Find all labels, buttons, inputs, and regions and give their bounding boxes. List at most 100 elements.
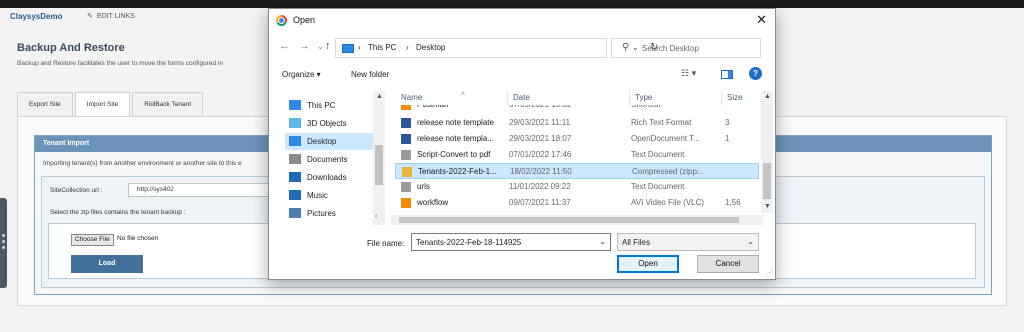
list-item[interactable]: Postman 07/09/2021 15:32 Shortcut <box>395 105 759 114</box>
breadcrumb-this-pc[interactable]: This PC <box>368 43 396 52</box>
file-name-label: File name: <box>367 239 405 248</box>
file-date: 07/01/2022 17:46 <box>509 150 572 159</box>
download-icon <box>289 172 301 182</box>
file-type-value: All Files <box>622 238 651 247</box>
file-list-scroll-thumb[interactable] <box>763 163 771 199</box>
nav-item[interactable]: Music <box>285 187 385 204</box>
open-button[interactable]: Open <box>617 255 679 273</box>
file-date: 29/03/2021 11:11 <box>509 118 571 127</box>
chevron-down-icon[interactable]: ⌄ <box>599 237 606 246</box>
dialog-toolbar: Organize ▾ New folder ☷ ▾ ? <box>269 65 775 85</box>
handle-dot <box>2 240 5 243</box>
nav-scrollbar[interactable]: ▲ <box>373 91 385 225</box>
site-collection-input[interactable]: http://sys402 <box>128 183 278 197</box>
file-type: Rich Text Format <box>631 118 692 127</box>
pc-icon <box>289 100 301 110</box>
list-item[interactable]: Script-Convert to pdf 07/01/2022 17:46 Tex… <box>395 147 759 163</box>
list-item[interactable]: workflow 09/07/2021 11:37 AVI Video File (… <box>395 195 759 211</box>
file-type-filter[interactable]: All Files ⌄ <box>617 233 759 251</box>
preview-pane-icon[interactable] <box>721 70 733 79</box>
new-folder-button[interactable]: New folder <box>351 70 389 79</box>
tab-rollback-tenant[interactable]: RollBack Tenant <box>132 92 204 116</box>
file-date: 07/09/2021 15:32 <box>509 105 571 109</box>
column-date[interactable]: Date <box>513 93 530 102</box>
file-type: Compressed (zipp... <box>632 167 704 176</box>
cancel-button[interactable]: Cancel <box>697 255 759 273</box>
file-name-value: Tenants-2022-Feb-18-114925 <box>416 238 522 247</box>
address-bar[interactable]: › This PC › Desktop ⌄ ↻ <box>335 38 658 58</box>
text-file-icon <box>401 182 411 192</box>
cube-icon <box>289 118 301 128</box>
nav-item[interactable]: Desktop <box>285 133 385 150</box>
pencil-icon: ✎ <box>87 13 93 20</box>
file-name-input[interactable]: Tenants-2022-Feb-18-114925 ⌄ <box>411 233 611 251</box>
organize-button[interactable]: Organize ▾ <box>282 70 321 79</box>
view-options-icon[interactable]: ☷ ▾ <box>681 68 696 79</box>
search-placeholder: Search Desktop <box>642 44 699 53</box>
edit-links-label: EDIT LINKS <box>96 13 135 20</box>
nav-item[interactable]: Pictures <box>285 205 385 222</box>
nav-item-label: 3D Objects <box>307 119 347 128</box>
column-separator[interactable] <box>507 91 508 105</box>
column-name[interactable]: Name ˄ <box>401 91 465 102</box>
side-handle[interactable] <box>0 198 7 288</box>
scroll-down-icon[interactable]: ▼ <box>764 203 771 210</box>
text-file-icon <box>401 150 411 160</box>
file-date: 29/03/2021 18:07 <box>509 134 572 143</box>
file-list-hscrollbar[interactable] <box>391 215 763 225</box>
file-list-hscroll-thumb[interactable] <box>399 217 739 223</box>
search-box[interactable]: ⚲ Search Desktop <box>611 38 761 58</box>
breadcrumb-desktop[interactable]: Desktop <box>416 43 445 52</box>
close-icon[interactable]: ✕ <box>756 12 767 28</box>
nav-item-label: Desktop <box>307 137 337 146</box>
dialog-title: Open <box>293 15 316 25</box>
file-type: Text Document <box>631 150 685 159</box>
nav-item[interactable]: 3D Objects <box>285 115 385 132</box>
help-icon[interactable]: ? <box>749 67 762 80</box>
nav-scroll-thumb[interactable] <box>375 145 383 185</box>
list-item[interactable]: release note template 29/03/2021 11:11 Ric… <box>395 115 759 131</box>
column-size[interactable]: Size <box>727 93 743 102</box>
navigation-bar: ← → ⌄ ↑ › This PC › Desktop ⌄ ↻ ⚲ Search… <box>269 37 775 59</box>
column-separator[interactable] <box>629 91 630 105</box>
panel-description: Importing tenant(s) from another environ… <box>43 160 242 167</box>
scroll-left-icon[interactable]: ‹ <box>375 213 377 220</box>
open-file-dialog: Open ✕ ← → ⌄ ↑ › This PC › Desktop ⌄ ↻ ⚲… <box>268 8 776 280</box>
edit-links-button[interactable]: ✎ EDIT LINKS <box>87 12 135 20</box>
up-arrow-icon[interactable]: ↑ <box>325 40 331 52</box>
column-type[interactable]: Type <box>635 93 652 102</box>
scroll-up-icon[interactable]: ▲ <box>376 93 383 100</box>
nav-item-label: Downloads <box>307 173 347 182</box>
nav-item[interactable]: Documents <box>285 151 385 168</box>
column-separator[interactable] <box>721 91 722 105</box>
load-button[interactable]: Load <box>71 255 143 273</box>
pictures-icon <box>289 208 301 218</box>
resize-grip-icon[interactable]: ⋰ <box>766 269 773 277</box>
choose-file-button[interactable]: Choose File <box>71 234 114 246</box>
music-icon <box>289 190 301 200</box>
file-name: Postman <box>417 105 505 109</box>
scroll-up-icon[interactable]: ▲ <box>764 93 771 100</box>
site-collection-label: SiteCollection url : <box>50 187 103 194</box>
nav-item[interactable]: Downloads <box>285 169 385 186</box>
nav-item[interactable]: This PC <box>285 97 385 114</box>
shortcut-icon <box>401 105 411 110</box>
list-item[interactable]: Tenants-2022-Feb-1... 18/02/2022 11:50 Com… <box>395 163 759 179</box>
no-file-text: No file chosen <box>117 235 159 242</box>
file-name: release note templa... <box>417 134 494 143</box>
file-list: Name ˄ Date Type Size Postman 07/09/2021 1… <box>391 89 775 225</box>
file-name: release note template <box>417 118 494 127</box>
file-name: Script-Convert to pdf <box>417 150 491 159</box>
list-item[interactable]: release note templa... 29/03/2021 18:07 Op… <box>395 131 759 147</box>
dialog-titlebar[interactable]: Open ✕ <box>269 9 775 33</box>
site-brand[interactable]: ClaysysDemo <box>10 12 62 21</box>
recent-chevron-icon[interactable]: ⌄ <box>317 42 324 51</box>
list-item[interactable]: urls 11/01/2022 09:22 Text Document <box>395 179 759 195</box>
back-arrow-icon[interactable]: ← <box>279 40 290 52</box>
tab-import-site[interactable]: Import Site <box>74 92 131 116</box>
file-list-scrollbar[interactable]: ▲ ▼ <box>761 91 773 213</box>
forward-arrow-icon[interactable]: → <box>299 40 310 52</box>
tab-export-site[interactable]: Export Site <box>17 92 73 116</box>
zip-folder-icon <box>402 167 412 177</box>
vlc-icon <box>401 198 411 208</box>
